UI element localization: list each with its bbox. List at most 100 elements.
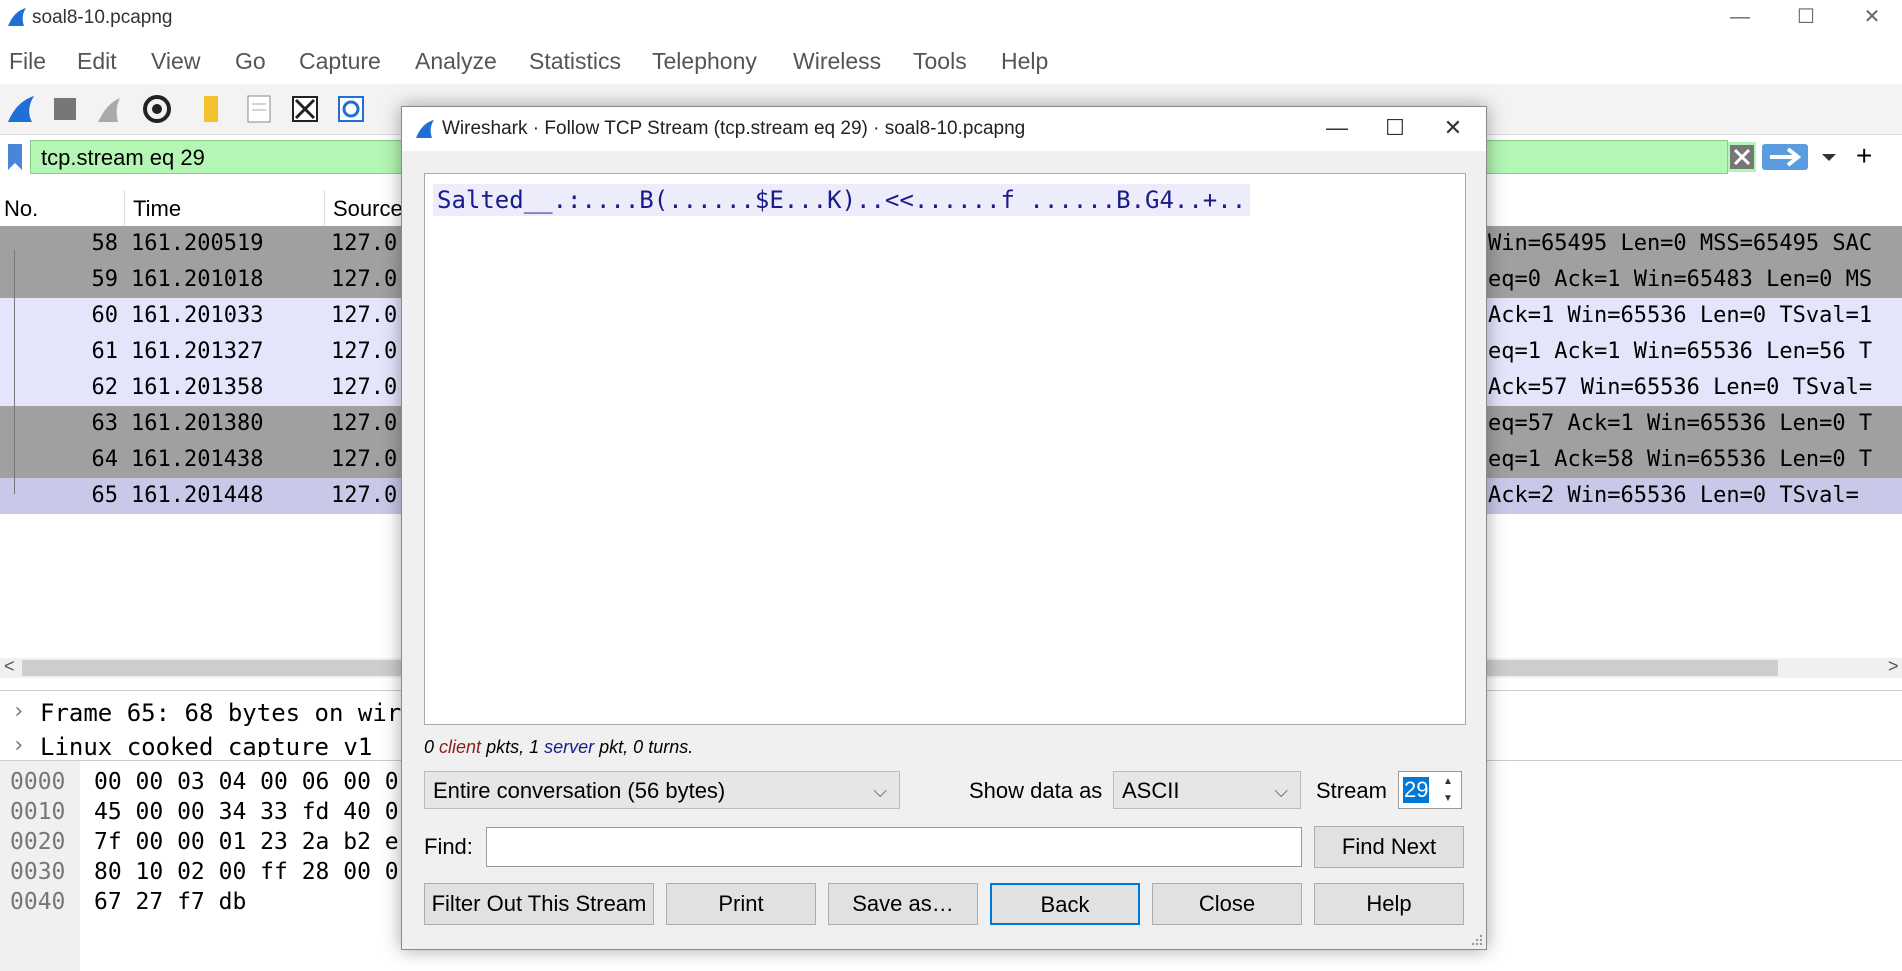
window-titlebar: soal8-10.pcapng — ☐ ✕: [0, 0, 1902, 36]
packet-info: eq=0 Ack=1 Win=65483 Len=0 MS: [1488, 267, 1873, 292]
packet-time: 161.201380: [131, 411, 264, 436]
packet-source: 127.0: [331, 375, 398, 400]
dialog-close-button[interactable]: ✕: [1424, 107, 1482, 151]
find-input[interactable]: [486, 827, 1302, 867]
menu-edit[interactable]: Edit: [77, 48, 117, 75]
server-label: server: [544, 737, 595, 757]
wireshark-fin-icon: [416, 120, 434, 138]
byte-hex[interactable]: 80 10 02 00 ff 28 00 0: [94, 859, 399, 885]
detail-linux-cooked-line[interactable]: Linux cooked capture v1: [40, 733, 372, 757]
start-capture-icon[interactable]: [4, 92, 38, 126]
menu-go[interactable]: Go: [235, 48, 266, 75]
packet-no: 59: [91, 267, 119, 292]
minimize-button[interactable]: —: [1710, 0, 1770, 36]
byte-hex[interactable]: 00 00 03 04 00 06 00 0: [94, 769, 399, 795]
filter-out-stream-button[interactable]: Filter Out This Stream: [424, 883, 654, 925]
stream-content-area[interactable]: Salted__.:....B(......$E...K)..<<......f…: [424, 173, 1466, 725]
close-window-button[interactable]: ✕: [1842, 0, 1902, 36]
byte-offset: 0000: [10, 769, 66, 795]
capture-options-gear-icon[interactable]: [140, 92, 174, 126]
add-filter-button[interactable]: +: [1856, 140, 1872, 172]
dialog-maximize-button[interactable]: ☐: [1366, 107, 1424, 151]
packet-time: 161.201018: [131, 267, 264, 292]
packet-source: 127.0: [331, 303, 398, 328]
packet-info: eq=1 Ack=58 Win=65536 Len=0 T: [1488, 447, 1873, 472]
follow-tcp-stream-dialog: Wireshark · Follow TCP Stream (tcp.strea…: [401, 106, 1487, 950]
packet-no: 65: [91, 483, 119, 508]
window-title: soal8-10.pcapng: [32, 7, 173, 28]
conversation-value: Entire conversation (56 bytes): [433, 778, 726, 803]
column-source[interactable]: Source: [333, 196, 403, 222]
conversation-select[interactable]: Entire conversation (56 bytes) ⌵: [424, 771, 900, 809]
help-button[interactable]: Help: [1314, 883, 1464, 925]
server-count: 1: [529, 737, 540, 757]
packet-time: 161.201327: [131, 339, 264, 364]
menu-statistics[interactable]: Statistics: [529, 48, 621, 75]
packet-no: 63: [91, 411, 119, 436]
back-button[interactable]: Back: [990, 883, 1140, 925]
detail-frame-line[interactable]: Frame 65: 68 bytes on wir: [40, 699, 401, 727]
find-next-button[interactable]: Find Next: [1314, 826, 1464, 868]
save-file-icon[interactable]: [242, 92, 276, 126]
maximize-button[interactable]: ☐: [1776, 0, 1836, 36]
menu-capture[interactable]: Capture: [299, 48, 381, 75]
menu-telephony[interactable]: Telephony: [652, 48, 757, 75]
spin-down-icon[interactable]: ▼: [1437, 790, 1459, 807]
stream-number-spinbox[interactable]: 29 ▲ ▼: [1398, 771, 1462, 809]
restart-capture-icon[interactable]: [92, 92, 126, 126]
packet-info: Ack=1 Win=65536 Len=0 TSval=1: [1488, 303, 1873, 328]
packet-time: 161.201448: [131, 483, 264, 508]
client-label: client: [439, 737, 482, 757]
byte-hex[interactable]: 67 27 f7 db: [94, 889, 246, 915]
menu-help[interactable]: Help: [1001, 48, 1048, 75]
spin-up-icon[interactable]: ▲: [1437, 773, 1459, 790]
packet-source: 127.0: [331, 231, 398, 256]
close-button[interactable]: Close: [1152, 883, 1302, 925]
packet-no: 64: [91, 447, 119, 472]
conversation-bracket: [14, 250, 15, 494]
packet-source: 127.0: [331, 483, 398, 508]
byte-offset: 0020: [10, 829, 66, 855]
close-file-icon[interactable]: [288, 92, 322, 126]
pkts-label: pkts,: [486, 737, 525, 757]
menu-view[interactable]: View: [151, 48, 200, 75]
stats-tail: pkt, 0 turns.: [599, 737, 694, 757]
byte-hex[interactable]: 45 00 00 34 33 fd 40 0: [94, 799, 399, 825]
dialog-title: Wireshark · Follow TCP Stream (tcp.strea…: [442, 118, 1026, 139]
packet-time: 161.201033: [131, 303, 264, 328]
client-count: 0: [424, 737, 435, 757]
packet-no: 62: [91, 375, 119, 400]
stream-text: Salted__.:....B(......$E...K)..<<......f…: [433, 184, 1251, 216]
reload-file-icon[interactable]: [334, 92, 368, 126]
show-data-label: Show data as: [969, 778, 1103, 803]
bookmark-icon[interactable]: [6, 144, 24, 170]
packet-source: 127.0: [331, 447, 398, 472]
print-button[interactable]: Print: [666, 883, 816, 925]
menu-file[interactable]: File: [9, 48, 46, 75]
open-file-icon[interactable]: [196, 92, 230, 126]
column-no[interactable]: No.: [4, 196, 38, 222]
column-time[interactable]: Time: [133, 196, 181, 222]
packet-no: 60: [91, 303, 119, 328]
byte-hex[interactable]: 7f 00 00 01 23 2a b2 e: [94, 829, 399, 855]
save-as-button[interactable]: Save as…: [828, 883, 978, 925]
packet-source: 127.0: [331, 411, 398, 436]
packet-source: 127.0: [331, 267, 398, 292]
menu-bar: File Edit View Go Capture Analyze Statis…: [0, 44, 1902, 80]
apply-filter-arrow-icon[interactable]: [1760, 142, 1810, 172]
packet-no: 58: [91, 231, 119, 256]
packet-time: 161.200519: [131, 231, 264, 256]
stream-stats: 0 client pkts, 1 server pkt, 0 turns.: [424, 737, 693, 758]
byte-offset: 0030: [10, 859, 66, 885]
find-label: Find:: [424, 834, 473, 859]
menu-tools[interactable]: Tools: [913, 48, 967, 75]
packet-info: Ack=2 Win=65536 Len=0 TSval=: [1488, 483, 1859, 508]
clear-filter-icon[interactable]: [1728, 142, 1756, 172]
show-data-select[interactable]: ASCII ⌵: [1113, 771, 1301, 809]
filter-history-dropdown-icon[interactable]: [1814, 142, 1844, 172]
resize-grip-icon[interactable]: [1470, 933, 1484, 947]
dialog-minimize-button[interactable]: —: [1308, 107, 1366, 151]
stop-capture-icon[interactable]: [48, 92, 82, 126]
menu-wireless[interactable]: Wireless: [793, 48, 881, 75]
menu-analyze[interactable]: Analyze: [415, 48, 497, 75]
